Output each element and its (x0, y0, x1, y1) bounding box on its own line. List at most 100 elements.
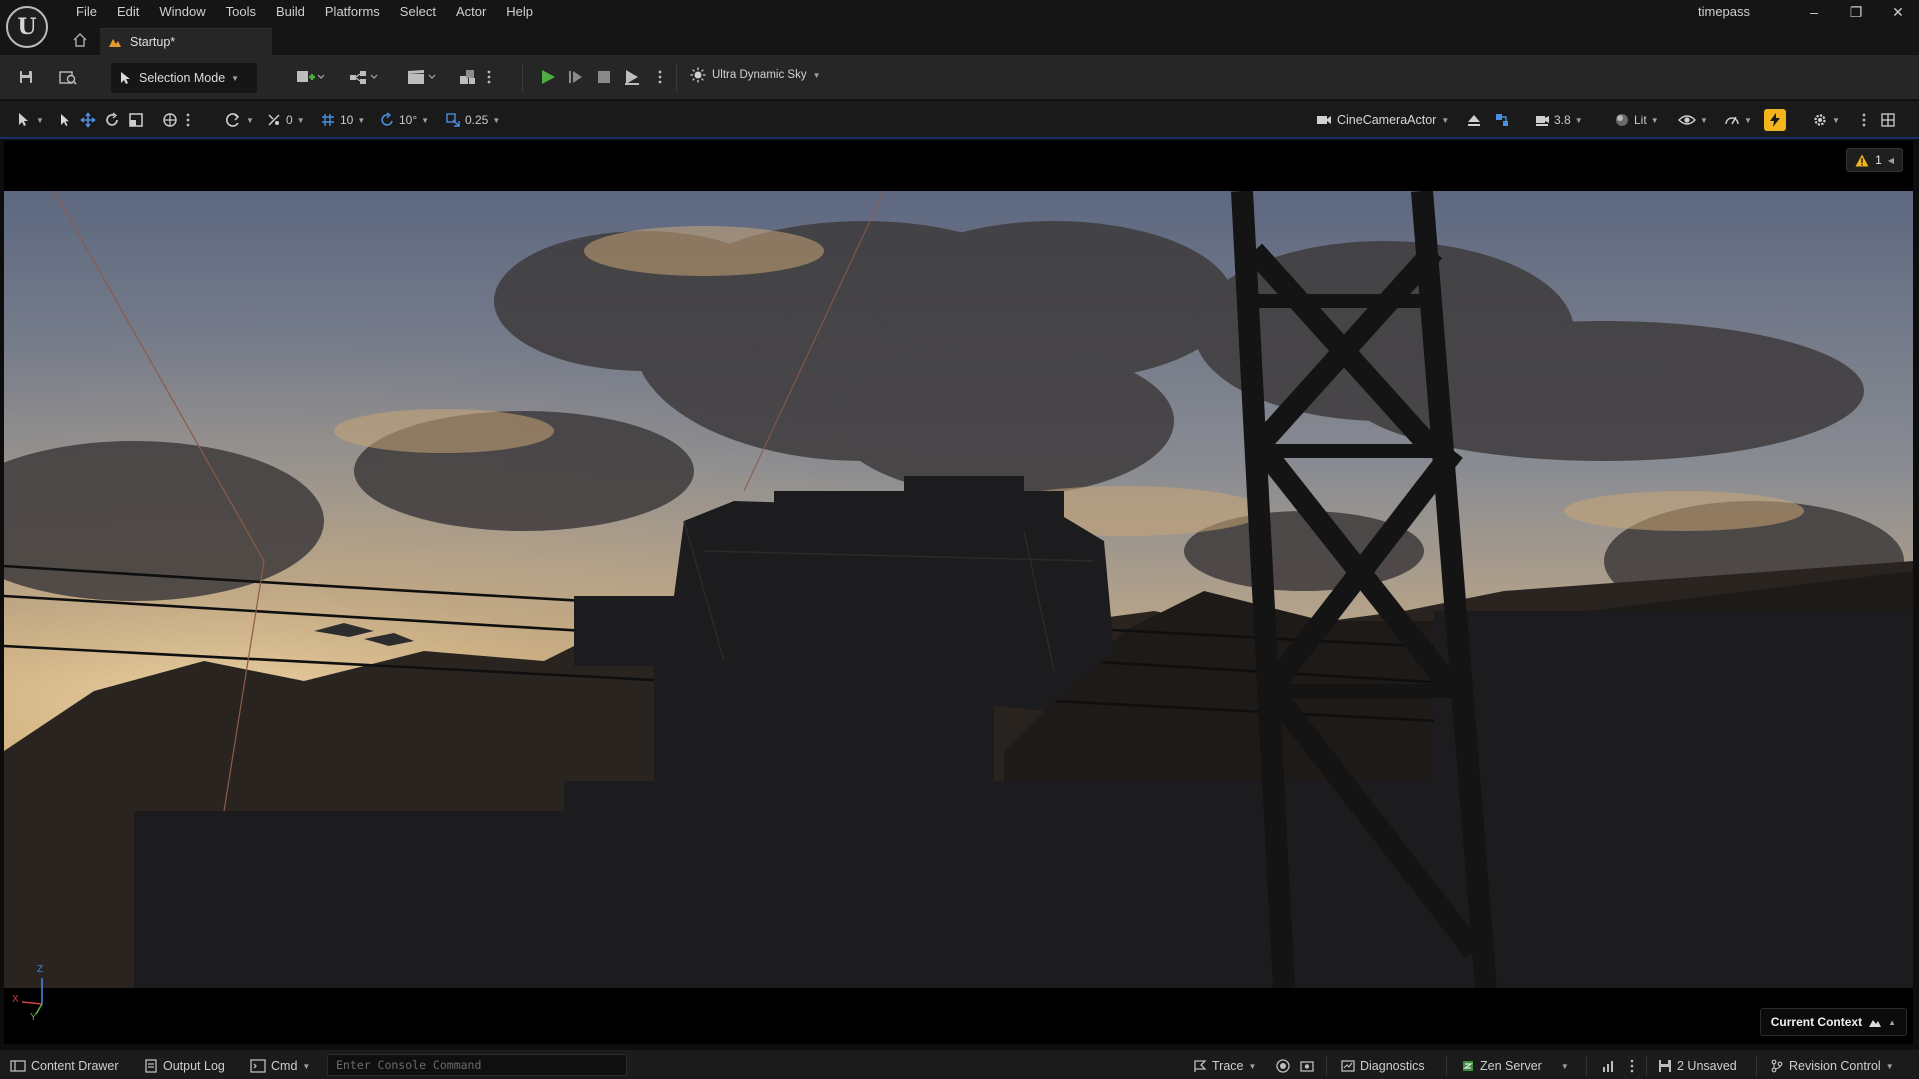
save-icon[interactable] (14, 66, 38, 88)
restore-icon[interactable]: ❐ (1835, 0, 1877, 24)
content-drawer-icon (10, 1060, 26, 1072)
axis-gizmo: Z X Y (12, 964, 62, 1024)
menu-build[interactable]: Build (266, 3, 315, 21)
record-icon[interactable] (1276, 1057, 1290, 1075)
trace-icon (1194, 1060, 1207, 1072)
grid-snap-toggle[interactable]: 10 ▼ (320, 110, 365, 130)
select-mode-icon[interactable] (58, 110, 72, 130)
camera-speed-dropdown[interactable]: 3.8 ▼ (1534, 110, 1583, 130)
rotation-snap-toggle[interactable]: 0 ▼ (266, 110, 305, 130)
eject-icon[interactable] (1466, 110, 1482, 130)
current-context-button[interactable]: Current Context ▲ (1759, 1008, 1907, 1036)
launch-icon[interactable] (620, 66, 644, 88)
surface-snap-dropdown[interactable]: ▼ (224, 110, 254, 130)
advance-frame-icon[interactable] (564, 66, 588, 88)
menu-actor[interactable]: Actor (446, 3, 496, 21)
cmd-dropdown[interactable]: Cmd ▼ (250, 1057, 310, 1075)
revision-control-dropdown[interactable]: Revision Control ▼ (1770, 1057, 1894, 1075)
view-mode-dropdown[interactable]: Lit ▼ (1614, 110, 1659, 130)
menu-file[interactable]: File (66, 3, 107, 21)
menu-select[interactable]: Select (390, 3, 446, 21)
axis-x-label: X (12, 994, 19, 1005)
scale-snap-value: 0.25 (465, 113, 489, 127)
axis-z-label: Z (37, 964, 44, 975)
menu-edit[interactable]: Edit (107, 3, 149, 21)
menu-bar: File Edit Window Tools Build Platforms S… (66, 3, 543, 21)
grid-icon (322, 114, 334, 126)
selection-mode-dropdown[interactable]: Selection Mode ▼ (111, 63, 257, 93)
zen-server-dropdown[interactable]: Zen Server ▼ (1461, 1057, 1569, 1075)
minimize-icon[interactable]: – (1793, 0, 1835, 24)
ultra-dynamic-sky-dropdown[interactable]: Ultra Dynamic Sky ▼ (690, 67, 821, 83)
scale-snap-toggle[interactable]: 0.25 ▼ (445, 110, 500, 130)
menu-help[interactable]: Help (496, 3, 543, 21)
scale-icon[interactable] (128, 110, 144, 130)
layout-grid-icon[interactable] (1880, 110, 1896, 130)
level-viewport[interactable]: 1 ◀ Z X Y Current Context ▲ (4, 141, 1913, 1044)
view-mode-label: Lit (1634, 113, 1647, 127)
transform-options-icon[interactable] (186, 110, 190, 130)
show-flags-dropdown[interactable]: ▼ (1678, 110, 1708, 130)
cinematics-icon[interactable] (403, 66, 439, 88)
unreal-logo[interactable]: U (6, 6, 48, 48)
viewport-options-dropdown[interactable]: ▼ (16, 110, 44, 130)
home-icon[interactable] (72, 32, 88, 48)
content-drawer-button[interactable]: Content Drawer (10, 1057, 119, 1075)
status-separator (1646, 1056, 1647, 1076)
branch-icon (1771, 1059, 1783, 1073)
warning-count: 1 (1875, 153, 1882, 167)
diagnostics-button[interactable]: Diagnostics (1341, 1057, 1425, 1075)
unsaved-button[interactable]: 2 Unsaved (1658, 1057, 1737, 1075)
performance-dropdown[interactable]: ▼ (1724, 110, 1752, 130)
menu-window[interactable]: Window (149, 3, 215, 21)
gear-icon (1814, 114, 1826, 126)
chevron-down-icon: ▼ (812, 70, 821, 80)
status-more-icon[interactable] (1630, 1057, 1634, 1075)
camera-speed-value: 3.8 (1554, 113, 1571, 127)
add-actor-icon[interactable] (292, 66, 328, 88)
blueprint-icon[interactable] (345, 66, 381, 88)
unsaved-label: 2 Unsaved (1677, 1059, 1737, 1073)
translate-icon[interactable] (80, 110, 96, 130)
pilot-icon[interactable] (1494, 110, 1510, 130)
play-options-icon[interactable] (655, 66, 665, 88)
play-icon[interactable] (536, 66, 560, 88)
output-log-button[interactable]: Output Log (144, 1057, 225, 1075)
warning-badge[interactable]: 1 ◀ (1846, 148, 1903, 172)
diagnostics-icon (1341, 1060, 1355, 1072)
content-browser-icon[interactable] (56, 66, 80, 88)
menu-platforms[interactable]: Platforms (315, 3, 390, 21)
derived-data-icon[interactable] (1601, 1057, 1615, 1075)
status-separator (1586, 1056, 1587, 1076)
cursor-icon (19, 113, 28, 126)
angle-snap-toggle[interactable]: 10° ▼ (379, 110, 429, 130)
rotate-icon[interactable] (104, 110, 120, 130)
camera-speed-icon (1536, 116, 1549, 126)
viewport-more-icon[interactable] (1862, 110, 1866, 130)
build-icon[interactable] (456, 66, 480, 88)
gauge-icon (1725, 116, 1739, 125)
trace-dropdown[interactable]: Trace ▼ (1193, 1057, 1256, 1075)
cursor-icon (121, 72, 130, 84)
status-bar: Content Drawer Output Log Cmd ▼ Trace ▼ … (0, 1049, 1919, 1079)
stop-icon[interactable] (592, 66, 616, 88)
camera-actor-label: CineCameraActor (1337, 113, 1437, 127)
project-name: timepass (1698, 4, 1751, 19)
chevron-up-icon: ▲ (1888, 1017, 1896, 1027)
scene-render (4, 191, 1913, 988)
cmd-label: Cmd (271, 1059, 298, 1073)
axis-y-label: Y (30, 1012, 37, 1023)
menu-tools[interactable]: Tools (216, 3, 266, 21)
close-icon[interactable]: ✕ (1877, 0, 1919, 24)
screenshot-icon[interactable] (1300, 1057, 1314, 1075)
tab-startup[interactable]: Startup* (100, 28, 272, 55)
world-space-icon[interactable] (162, 110, 178, 130)
realtime-toggle-icon[interactable] (1764, 109, 1786, 131)
toolbar-separator (676, 64, 677, 92)
sky-label: Ultra Dynamic Sky (712, 69, 807, 81)
settings-dropdown[interactable]: ▼ (1812, 110, 1840, 130)
more-options-icon[interactable] (484, 66, 494, 88)
console-command-input[interactable] (327, 1054, 627, 1076)
warning-icon (1855, 154, 1869, 166)
camera-actor-dropdown[interactable]: CineCameraActor ▼ (1316, 109, 1449, 131)
